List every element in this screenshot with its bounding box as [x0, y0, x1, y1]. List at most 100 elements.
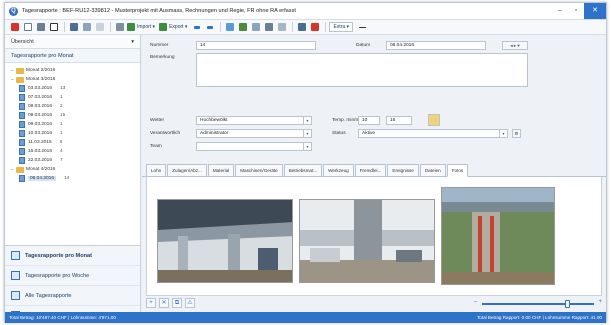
tree-item[interactable]: 09.03.2016 15: [11, 111, 136, 120]
print-icon[interactable]: [114, 22, 125, 33]
tab-3[interactable]: Maschinen/Geräte: [235, 164, 283, 176]
nummer-field[interactable]: 14: [196, 41, 316, 50]
photo-thumbnail[interactable]: [157, 199, 293, 283]
bemerkung-textarea[interactable]: [196, 53, 528, 87]
wetter-select[interactable]: Hochbewölkt ▾: [196, 116, 312, 125]
tree-item-label: 07.03.2016: [28, 95, 53, 100]
photo-gallery: [146, 177, 602, 296]
tree-item-count: 14: [64, 176, 70, 181]
sidebar-header-label: Übersicht: [11, 38, 34, 45]
tree-item-label: 09.03.2016: [28, 113, 53, 118]
toolbar-divider: [292, 22, 294, 32]
tab-2[interactable]: Material: [207, 164, 235, 176]
tree-item[interactable]: 03.03.2016 13: [11, 84, 136, 93]
export-menu[interactable]: Export ▾: [159, 23, 187, 31]
report-icon[interactable]: [263, 22, 274, 33]
add-photo-button[interactable]: +: [146, 298, 156, 308]
copy-photo-button[interactable]: ⧉: [172, 298, 182, 308]
tree-item[interactable]: 07.03.2016 1: [11, 93, 136, 102]
status-bar: Total Betrag: 10'487.40 CHF | Lohnsumme:…: [5, 312, 606, 323]
temp-min-field[interactable]: 10: [358, 116, 380, 125]
tab-9[interactable]: Fotos: [446, 164, 469, 177]
extra-menu[interactable]: Extra ▾: [329, 22, 354, 32]
tree-item-count: 7: [60, 158, 63, 163]
window-title: Tagesrapporte : BEF-RU12-339812 - Muster…: [22, 8, 296, 14]
tree-item-count: 1: [60, 122, 63, 127]
photo-thumbnail[interactable]: [299, 199, 435, 283]
tree-folder[interactable]: − Monat 2/2016: [11, 66, 136, 75]
photo-thumbnail[interactable]: [441, 187, 555, 285]
toolbar-divider: [64, 22, 65, 32]
verantwortlich-select[interactable]: Administrator ▾: [196, 129, 312, 138]
sidebar-nav-item[interactable]: Tagesrapporte pro Monat: [5, 246, 140, 266]
remove-photo-button[interactable]: ✕: [159, 298, 169, 308]
calendar-icon[interactable]: [250, 22, 261, 33]
minimize-button[interactable]: –: [552, 3, 568, 19]
weather-lookup-icon[interactable]: [428, 114, 440, 126]
tab-8[interactable]: Dateien: [419, 164, 446, 176]
tree-item-label: 11.03.2016: [28, 140, 52, 145]
report-form: Nummer 14 Datum 06.04.2016 ◂ ▸ ▾ Bemerku…: [142, 35, 606, 163]
maximize-button[interactable]: ▫: [568, 3, 584, 19]
tab-5[interactable]: Werkzeug: [323, 164, 354, 176]
copy-icon[interactable]: [81, 22, 92, 33]
document-icon: [19, 175, 25, 182]
zoom-slider[interactable]: – +: [474, 299, 602, 308]
tab-7[interactable]: Ereignisse: [387, 164, 419, 176]
new-doc-icon[interactable]: [22, 22, 33, 33]
tree-item[interactable]: 09.03.2016 1: [11, 120, 136, 129]
datum-field[interactable]: 06.04.2016: [386, 41, 486, 50]
zoom-slider-handle[interactable]: [565, 300, 571, 308]
minus-icon[interactable]: [357, 22, 368, 33]
sidebar-pin-icon[interactable]: ▾: [131, 39, 134, 45]
tree-item[interactable]: 22.03.2016 7: [11, 156, 136, 165]
app-logo-icon: Q: [9, 6, 18, 16]
tree-item[interactable]: 11.03.2016 6: [11, 138, 136, 147]
tree-item-count: 4: [60, 149, 63, 154]
tab-4[interactable]: Betriebsmat...: [283, 164, 323, 176]
document-icon: [19, 112, 25, 119]
tree-folder[interactable]: − Monat 4/2016: [11, 165, 136, 174]
document-icon: [19, 103, 25, 110]
sidebar-nav-item[interactable]: Alle Tagesrapporte: [5, 286, 140, 306]
status-totals-right: Total Betrag Rapport: 0.00 CHF | Lohnsum…: [476, 315, 602, 320]
list-icon[interactable]: [276, 22, 287, 33]
tree-item-label: 06.04.2016: [28, 176, 57, 181]
filter-icon[interactable]: [94, 22, 105, 33]
save-icon[interactable]: [35, 22, 46, 33]
verantwortlich-label: Verantwortlich: [150, 131, 181, 136]
arrow-left-icon[interactable]: [191, 22, 202, 33]
tab-1[interactable]: Zulagen/Abz...: [167, 164, 207, 176]
image-icon[interactable]: [237, 22, 248, 33]
sidebar-nav-item[interactable]: Tagesrapporte pro Woche: [5, 266, 140, 286]
bemerkung-label: Bemerkung: [150, 55, 175, 60]
warning-icon[interactable]: ⚠: [185, 298, 195, 308]
tree-item[interactable]: 15.03.2016 4: [11, 147, 136, 156]
zoom-in-icon[interactable]: +: [598, 299, 602, 305]
tree-item[interactable]: 06.04.2016 14: [11, 174, 136, 183]
tree-item-count: 1: [60, 131, 63, 136]
grid-view-icon[interactable]: [296, 22, 307, 33]
tree-item-label: 09.03.2016: [28, 122, 53, 127]
team-select[interactable]: ▾: [196, 142, 312, 151]
tree-item[interactable]: 08.03.2016 2: [11, 102, 136, 111]
tree-item[interactable]: 10.03.2016 1: [11, 129, 136, 138]
grid-icon[interactable]: [68, 22, 79, 33]
zoom-out-icon[interactable]: –: [474, 299, 477, 305]
status-edit-icon[interactable]: ⚙: [512, 129, 521, 138]
close-window-button[interactable]: ✕: [584, 3, 606, 19]
date-nav-buttons[interactable]: ◂ ▸ ▾: [502, 41, 528, 50]
temp-max-field[interactable]: 16: [386, 116, 412, 125]
tree-folder[interactable]: − Monat 3/2016: [11, 75, 136, 84]
tab-6[interactable]: Fremdlei...: [354, 164, 387, 176]
arrow-right-icon[interactable]: [204, 22, 215, 33]
flag-icon[interactable]: [309, 22, 320, 33]
delete-icon[interactable]: [48, 22, 59, 33]
toolbar: Import ▾ Export ▾ Extra ▾: [5, 20, 606, 35]
import-menu[interactable]: Import ▾: [127, 23, 155, 31]
close-red-icon[interactable]: [9, 22, 20, 33]
gallery-toolbar: + ✕ ⧉ ⚠: [146, 297, 198, 309]
tab-0[interactable]: Lohn: [146, 164, 167, 176]
status-select[interactable]: Aktive ▾: [358, 129, 508, 138]
chart-icon[interactable]: [224, 22, 235, 33]
